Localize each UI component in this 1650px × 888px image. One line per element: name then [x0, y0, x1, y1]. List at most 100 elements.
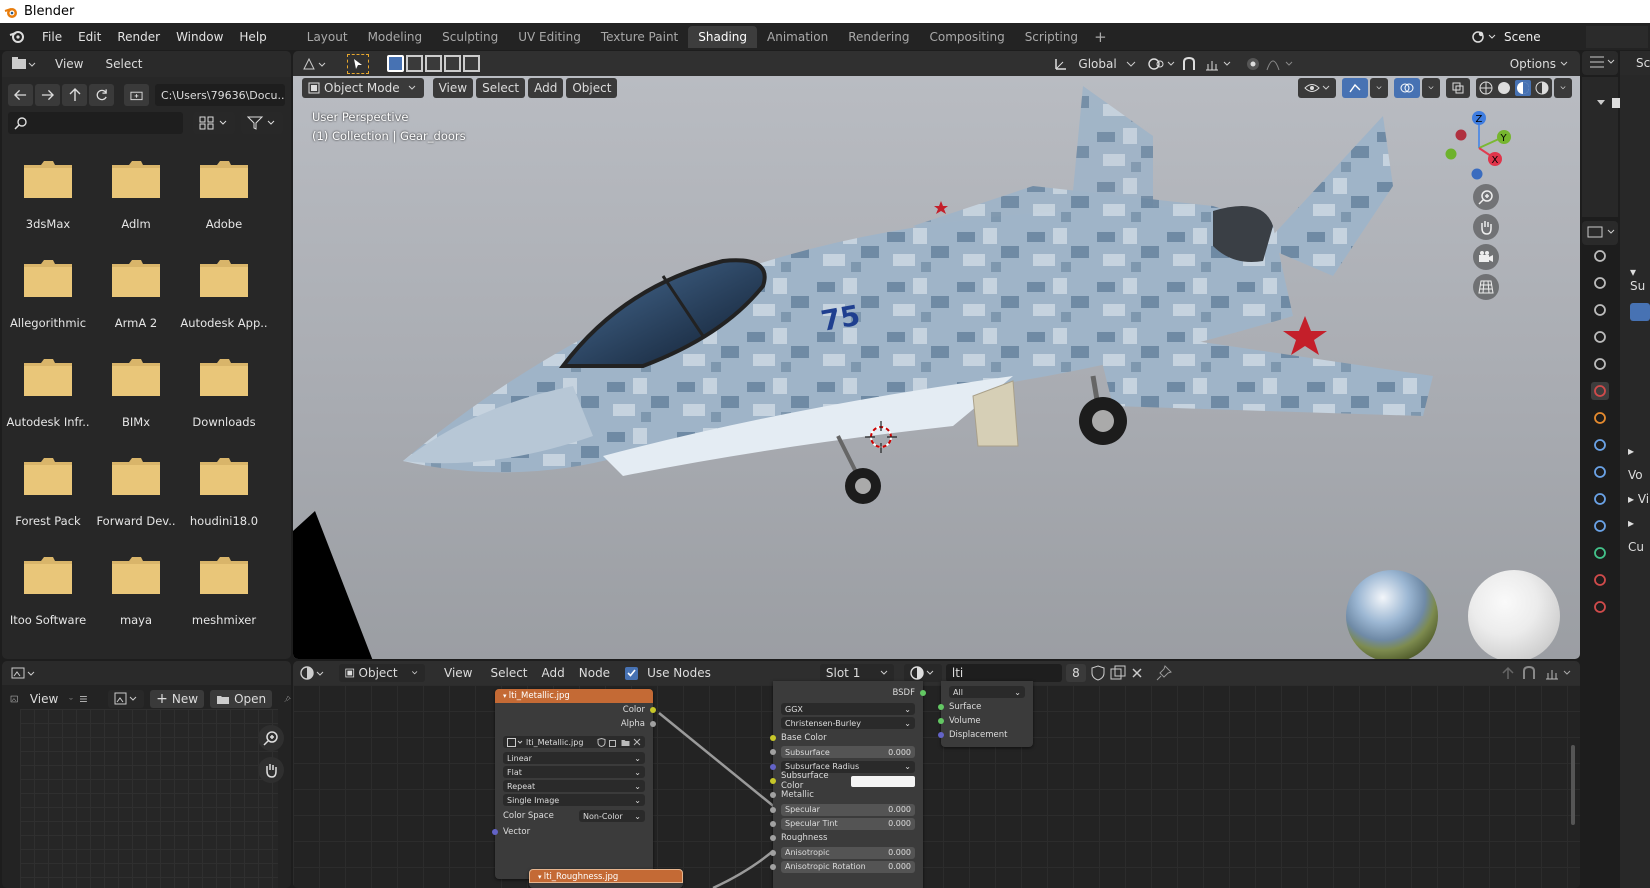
select-subtract-icon[interactable] — [425, 55, 442, 72]
solid-shading-icon[interactable] — [1497, 81, 1511, 95]
folder-item[interactable]: Adlm — [92, 145, 180, 244]
node-canvas[interactable]: ▾ lti_Metallic.jpg Color Alpha lti_Metal… — [293, 681, 1580, 888]
options-dropdown[interactable]: Options — [1503, 54, 1574, 73]
bsdf-value-field[interactable]: Specular 0.000 — [781, 803, 915, 816]
zoom-button[interactable] — [1473, 184, 1499, 210]
new-image-button[interactable]: + New — [150, 690, 205, 708]
view-layer-tab-icon[interactable] — [1591, 328, 1609, 346]
material-output-node[interactable]: All ⌄ Surface Volume Displacement — [938, 681, 1033, 747]
vertical-scrollbar[interactable] — [1571, 745, 1575, 825]
selection-mode-group[interactable] — [387, 55, 480, 72]
refresh-button[interactable] — [89, 84, 114, 106]
folder-item[interactable]: Autodesk Infr.. — [4, 343, 92, 442]
bsdf-input-row[interactable]: Specular 0.000 — [770, 802, 923, 816]
menu-help[interactable]: Help — [231, 27, 274, 47]
folder-item[interactable]: Forest Pack — [4, 442, 92, 541]
bsdf-input-row[interactable]: Anisotropic 0.000 — [770, 845, 923, 859]
input-socket[interactable] — [770, 806, 776, 813]
texture-tab-icon[interactable] — [1591, 598, 1609, 616]
node-header[interactable]: ▾ lti_Metallic.jpg — [495, 689, 653, 703]
bsdf-input-row[interactable]: Subsurface Color — [770, 771, 923, 791]
color-swatch[interactable] — [851, 775, 915, 787]
rendered-shading-icon[interactable] — [1535, 81, 1549, 95]
ne-view-menu[interactable]: View — [439, 664, 477, 682]
tab-rendering[interactable]: Rendering — [838, 26, 919, 48]
output-tab-icon[interactable] — [1591, 301, 1609, 319]
open-image-button[interactable]: Open — [210, 690, 273, 708]
display-mode-dropdown[interactable] — [193, 112, 235, 134]
pan-button[interactable] — [258, 757, 284, 783]
folder-item[interactable]: Adobe — [180, 145, 268, 244]
constraints-tab-icon[interactable] — [1591, 517, 1609, 535]
shading-dropdown[interactable] — [1554, 78, 1572, 98]
vector-input-socket[interactable] — [492, 829, 498, 835]
input-socket[interactable] — [770, 763, 776, 770]
select-new-icon[interactable] — [387, 55, 404, 72]
editor-type-icon[interactable] — [301, 56, 331, 72]
ie-view-menu[interactable]: View — [25, 690, 63, 708]
new-folder-button[interactable] — [124, 84, 149, 106]
fb-view-menu[interactable]: View — [50, 55, 88, 73]
image-selector[interactable]: lti_Metallic.jpg — [503, 736, 645, 748]
hamburger-menu-icon[interactable] — [79, 692, 88, 706]
select-invert-icon[interactable] — [444, 55, 461, 72]
render-tab-icon[interactable] — [1591, 274, 1609, 292]
folder-item[interactable]: Downloads — [180, 343, 268, 442]
folder-item[interactable]: Autodesk App.. — [180, 244, 268, 343]
pin-icon[interactable] — [284, 692, 291, 706]
node-header[interactable]: ▾ lti_Roughness.jpg — [529, 869, 683, 883]
scene-data-icon[interactable] — [1630, 303, 1650, 321]
distribution-dropdown[interactable]: GGX ⌄ — [781, 703, 915, 715]
falloff-icon[interactable] — [1266, 56, 1296, 72]
folder-item[interactable]: Itoo Software — [4, 541, 92, 640]
zoom-button[interactable] — [258, 725, 284, 751]
input-socket[interactable] — [770, 849, 776, 856]
input-socket[interactable] — [770, 735, 776, 742]
input-socket[interactable] — [770, 749, 776, 756]
subsurface-method-dropdown[interactable]: Christensen-Burley ⌄ — [781, 717, 915, 729]
ne-select-menu[interactable]: Select — [485, 664, 532, 682]
modifier-tab-icon[interactable] — [1591, 436, 1609, 454]
data-tab-icon[interactable] — [1591, 544, 1609, 562]
menu-file[interactable]: File — [34, 27, 70, 47]
tab-uv-editing[interactable]: UV Editing — [508, 26, 591, 48]
tab-shading[interactable]: Shading — [688, 25, 757, 48]
displacement-input-socket[interactable] — [938, 732, 944, 738]
color-space-dropdown[interactable]: Non-Color ⌄ — [579, 810, 645, 822]
tool-tab-icon[interactable] — [1591, 247, 1609, 265]
scene-name[interactable]: Scene — [1498, 30, 1586, 44]
folder-item[interactable]: maya — [92, 541, 180, 640]
back-button[interactable] — [8, 84, 33, 106]
shader-type-dropdown[interactable]: Object — [339, 664, 425, 682]
pan-button[interactable] — [1473, 214, 1499, 240]
principled-bsdf-node[interactable]: BSDF GGX ⌄ Christensen-Burley ⌄ Base Color… — [770, 681, 926, 888]
projection-dropdown[interactable]: Flat ⌄ — [503, 766, 645, 778]
fb-select-menu[interactable]: Select — [100, 55, 147, 73]
tab-animation[interactable]: Animation — [757, 26, 838, 48]
checkbox-icon[interactable] — [1612, 97, 1620, 109]
roughness-texture-node[interactable]: ▾ lti_Roughness.jpg — [529, 869, 683, 888]
duplicate-icon[interactable] — [1110, 665, 1126, 681]
select-intersect-icon[interactable] — [463, 55, 480, 72]
interpolation-dropdown[interactable]: Linear ⌄ — [503, 752, 645, 764]
tab-scripting[interactable]: Scripting — [1015, 26, 1088, 48]
pin-icon[interactable] — [1156, 665, 1172, 681]
navigation-gizmo[interactable]: Z Y X — [1441, 106, 1521, 186]
object-tab-icon[interactable] — [1591, 409, 1609, 427]
input-socket[interactable] — [770, 792, 776, 799]
bsdf-value-field[interactable]: Anisotropic Rotation 0.000 — [781, 860, 915, 873]
bsdf-input-row[interactable]: Anisotropic Rotation 0.000 — [770, 860, 923, 874]
panel-cu[interactable]: ▸ Cu — [1620, 511, 1650, 559]
source-dropdown[interactable]: Single Image ⌄ — [503, 794, 645, 806]
parent-dir-button[interactable] — [62, 84, 87, 106]
bsdf-output-socket[interactable] — [920, 690, 926, 696]
path-field[interactable]: C:\Users\79636\Docu.. — [155, 84, 285, 106]
parent-node-tree-icon[interactable] — [1500, 665, 1516, 681]
material-users-count[interactable]: 8 — [1065, 664, 1086, 682]
folder-item[interactable]: Forward Dev.. — [92, 442, 180, 541]
shield-icon[interactable] — [597, 737, 606, 747]
close-icon[interactable] — [1130, 666, 1144, 680]
ortho-toggle-button[interactable] — [1473, 274, 1499, 300]
bsdf-value-field[interactable]: Anisotropic 0.000 — [781, 846, 915, 859]
input-socket[interactable] — [770, 835, 776, 842]
